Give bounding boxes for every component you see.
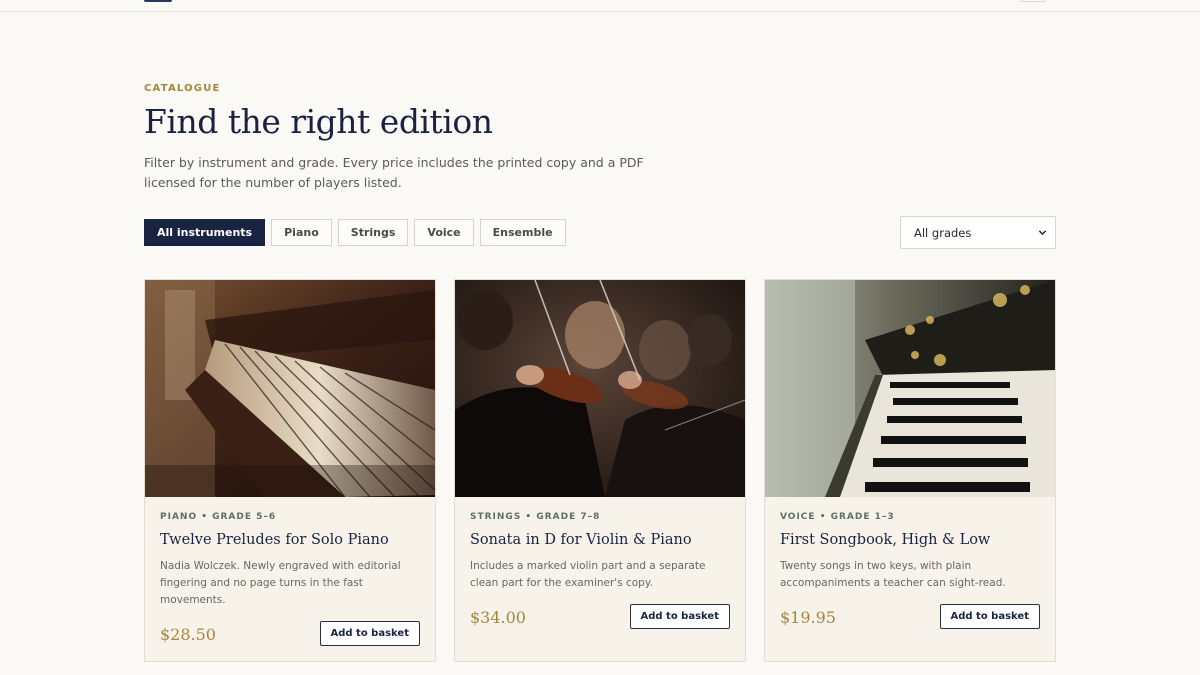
product-title[interactable]: Sonata in D for Violin & Piano xyxy=(470,532,740,548)
grand-piano-photo xyxy=(145,280,435,497)
product-meta: VOICE • GRADE 1–3 xyxy=(780,512,895,522)
product-description: Nadia Wolczek. Newly engraved with edito… xyxy=(160,560,401,606)
page-intro: Filter by instrument and grade. Every pr… xyxy=(144,155,644,190)
product-image-piano[interactable] xyxy=(145,280,435,497)
nav-logo-edge[interactable] xyxy=(144,0,172,2)
add-to-basket-button[interactable]: Add to basket xyxy=(629,604,730,629)
product-price: $19.95 xyxy=(780,608,836,627)
grade-select-value: All grades xyxy=(914,225,972,240)
product-description: Includes a marked violin part and a sepa… xyxy=(470,560,706,589)
instrument-filter-bar: All instruments Piano Strings Voice Ense… xyxy=(144,219,566,246)
add-to-basket-button[interactable]: Add to basket xyxy=(319,621,420,646)
chevron-down-icon xyxy=(1038,230,1047,236)
filter-chip-strings[interactable]: Strings xyxy=(337,219,409,246)
product-meta: PIANO • GRADE 5–6 xyxy=(160,512,277,522)
nav-button-edge[interactable] xyxy=(1020,0,1046,2)
product-meta: STRINGS • GRADE 7–8 xyxy=(470,512,601,522)
product-title[interactable]: Twelve Preludes for Solo Piano xyxy=(160,532,430,548)
product-card: STRINGS • GRADE 7–8 Sonata in D for Viol… xyxy=(454,279,746,662)
product-card: VOICE • GRADE 1–3 First Songbook, High &… xyxy=(764,279,1056,662)
product-image-voice[interactable] xyxy=(765,280,1055,497)
add-to-basket-button[interactable]: Add to basket xyxy=(939,604,1040,629)
piano-keys-bokeh-photo xyxy=(765,280,1055,497)
product-price: $34.00 xyxy=(470,608,526,627)
orchestra-violinists-photo xyxy=(455,280,745,497)
filter-chip-voice[interactable]: Voice xyxy=(414,219,474,246)
page-title: Find the right edition xyxy=(144,102,493,141)
product-description: Twenty songs in two keys, with plain acc… xyxy=(780,560,1006,589)
section-eyebrow: CATALOGUE xyxy=(144,83,221,94)
top-navigation-bar xyxy=(0,0,1200,12)
filter-chip-all-instruments[interactable]: All instruments xyxy=(144,219,266,246)
grade-select[interactable]: All grades xyxy=(900,216,1056,249)
product-image-strings[interactable] xyxy=(455,280,745,497)
product-price: $28.50 xyxy=(160,625,216,644)
filter-chip-ensemble[interactable]: Ensemble xyxy=(479,219,566,246)
product-card: PIANO • GRADE 5–6 Twelve Preludes for So… xyxy=(144,279,436,662)
product-title[interactable]: First Songbook, High & Low xyxy=(780,532,1050,548)
filter-chip-piano[interactable]: Piano xyxy=(271,219,332,246)
